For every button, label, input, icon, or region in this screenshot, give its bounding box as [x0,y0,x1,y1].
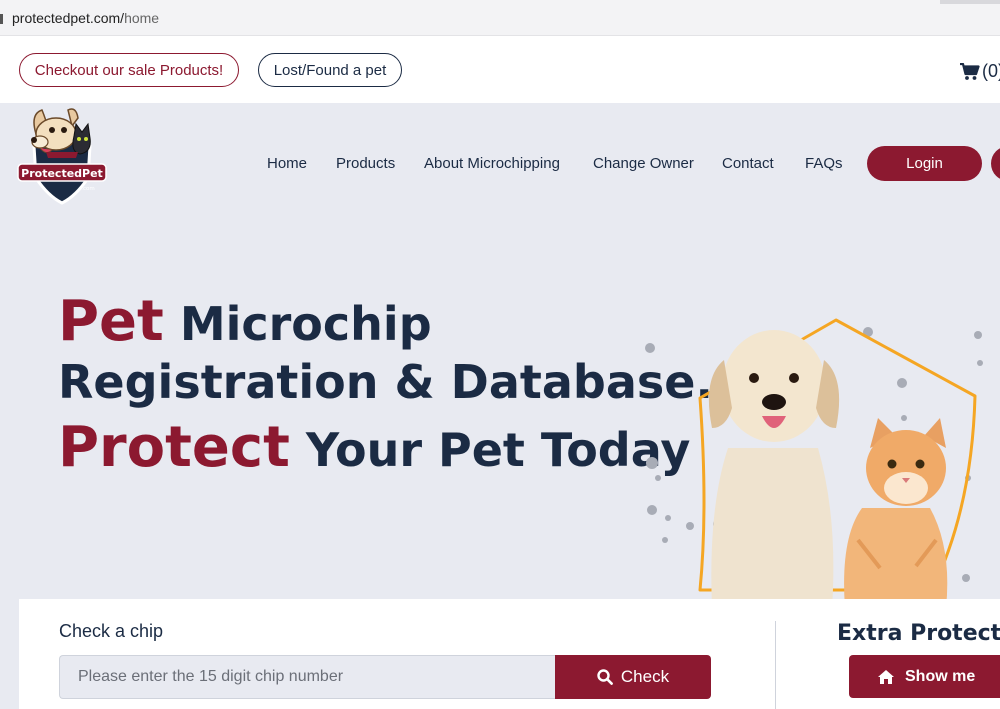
url-path: home [124,10,160,26]
sale-products-button[interactable]: Checkout our sale Products! [19,53,239,87]
card-divider [775,621,776,709]
lost-found-button[interactable]: Lost/Found a pet [258,53,402,87]
hero-section: ProtectedPet .com Home Products About Mi… [0,103,1000,709]
main-nav: Home Products About Microchipping Change… [0,147,1000,181]
check-chip-card: Check a chip Check Extra Protection Show… [19,599,1000,709]
browser-address-bar[interactable]: protectedpet.com/home [0,0,1000,36]
check-button-label: Check [620,667,670,686]
hero-line-1: Pet Microchip [58,289,432,354]
hero-line-3-accent: Protect [58,415,290,480]
nav-home[interactable]: Home [267,155,307,172]
home-icon [878,669,894,684]
cart-icon [960,62,980,80]
top-strip: Checkout our sale Products! Lost/Found a… [0,37,1000,103]
cart-count: (0) [982,61,1000,81]
hero-line-1-rest: Microchip [179,297,432,351]
nav-about-microchipping[interactable]: About Microchipping [424,155,560,172]
login-button[interactable]: Login [867,146,982,181]
check-button[interactable]: Check [555,655,711,699]
nav-faqs[interactable]: FAQs [805,155,843,172]
hero-line-3-rest: Your Pet Today [305,423,691,477]
tab-edge [940,0,1000,4]
hero-line-2: Registration & Database. [58,355,713,409]
logo-suffix: .com [81,186,95,192]
nav-change-owner[interactable]: Change Owner [593,155,694,172]
chip-number-input[interactable] [59,655,555,699]
extra-protection-title: Extra Protection [837,621,1000,646]
hero-line-1-accent: Pet [58,289,164,354]
show-me-label: Show me [905,667,976,685]
url-domain: protectedpet.com/ [12,10,125,26]
address-text[interactable]: protectedpet.com/home [12,10,159,26]
hero-line-3: Protect Your Pet Today [58,415,690,480]
check-chip-title: Check a chip [59,621,164,641]
nav-edge-marker [0,14,3,24]
nav-products[interactable]: Products [336,155,395,172]
cart-link[interactable]: (0) [960,61,1000,82]
dog-and-cat-image [645,318,983,608]
nav-contact[interactable]: Contact [722,155,774,172]
show-me-button[interactable]: Show me [849,655,1000,698]
search-icon [597,669,613,685]
